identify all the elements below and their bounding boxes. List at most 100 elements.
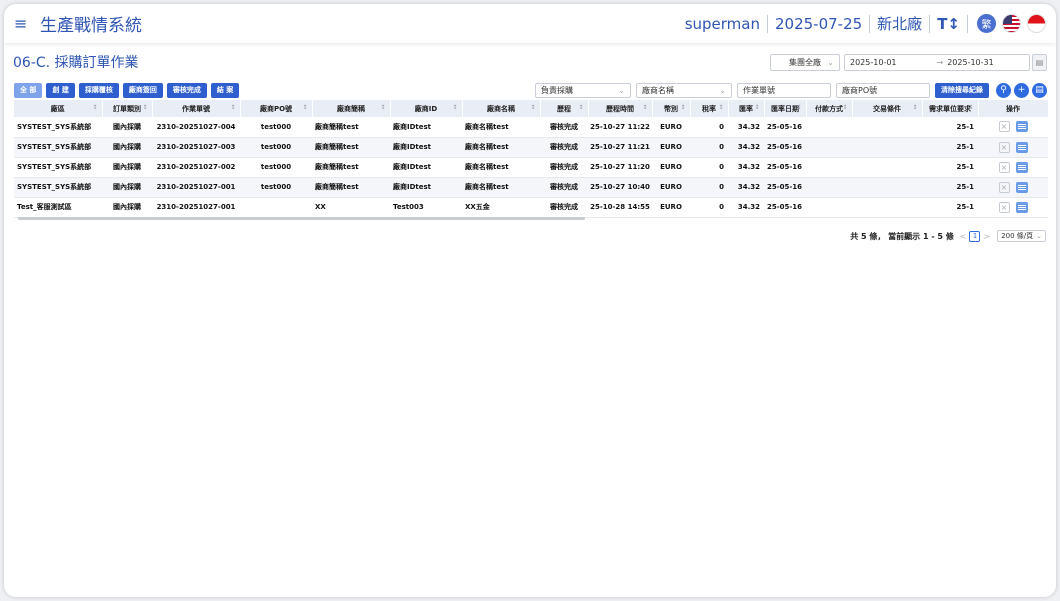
table-cell: test000 xyxy=(240,137,312,158)
column-header[interactable]: 幣別 ↕ xyxy=(652,100,691,117)
export-icon[interactable]: ▤ xyxy=(1032,82,1047,98)
details-icon[interactable] xyxy=(1015,121,1028,133)
create-button[interactable]: 創 建 xyxy=(46,82,75,98)
sort-icon[interactable]: ↕ xyxy=(796,104,801,111)
search-icon[interactable]: ⚲ xyxy=(996,82,1011,98)
table-row[interactable]: SYSTEST_SYS系統部 國內採購 2310-20251027-003 test0… xyxy=(14,137,1048,158)
sort-icon[interactable]: ↕ xyxy=(302,104,307,111)
table-cell: 廠商簡稱test xyxy=(312,137,390,158)
column-header[interactable]: 需求單位要求 ↕ xyxy=(922,100,979,117)
column-header[interactable]: 稅率 ↕ xyxy=(690,100,729,117)
toolbar: 全 部 創 建 採購覆核 廠商簽回 審核完成 結 案 負責採購 ⌄ 廠商名稱 ⌄… xyxy=(14,82,1047,98)
column-header-label: 匯率 xyxy=(739,104,753,113)
column-header[interactable]: 付款方式 ↕ xyxy=(806,100,853,117)
sort-icon[interactable]: ↕ xyxy=(680,104,685,111)
column-header-label: 付款方式 xyxy=(815,104,843,113)
table-cell: EURO xyxy=(652,177,690,198)
sort-icon[interactable]: ↕ xyxy=(380,104,385,111)
work-no-input[interactable]: 作業單號 xyxy=(737,82,831,98)
details-icon[interactable] xyxy=(1015,161,1028,173)
column-header[interactable]: 操作 xyxy=(978,100,1048,117)
sort-icon[interactable]: ↕ xyxy=(92,104,97,111)
details-icon[interactable] xyxy=(1015,201,1028,213)
delete-icon[interactable]: × xyxy=(998,121,1010,133)
vendor-return-button[interactable]: 廠商簽回 xyxy=(122,82,163,98)
column-header[interactable]: 廠區 ↕ xyxy=(14,100,103,117)
app-window: ≡ 生產戰情系統 superman 2025-07-25 新北廠 T↕ 繁 06… xyxy=(4,4,1056,597)
delete-icon[interactable]: × xyxy=(998,141,1010,153)
column-header[interactable]: 作業單號 ↕ xyxy=(152,100,241,117)
calendar-icon[interactable]: ▤ xyxy=(1032,53,1047,71)
menu-toggle-icon[interactable]: ≡ xyxy=(14,15,32,31)
column-header[interactable]: 訂單類別 ↕ xyxy=(102,100,153,117)
row-actions: × xyxy=(978,157,1048,178)
audit-done-button[interactable]: 審核完成 xyxy=(166,82,207,98)
lang-zh-tw-button[interactable]: 繁 xyxy=(977,14,996,33)
clear-search-button[interactable]: 清除搜尋紀錄 xyxy=(935,82,989,98)
delete-icon[interactable]: × xyxy=(998,181,1010,193)
table-cell: 國內採購 xyxy=(102,117,152,138)
close-case-button[interactable]: 結 案 xyxy=(210,82,240,98)
sort-icon[interactable]: ↕ xyxy=(642,104,647,111)
table-row[interactable]: Test_客服測試區 國內採購 2310-20251027-001 XX Test003… xyxy=(14,197,1048,218)
sort-icon[interactable]: ↕ xyxy=(754,104,759,111)
sort-icon[interactable]: ↕ xyxy=(452,104,457,111)
column-header[interactable]: 廠商PO號 ↕ xyxy=(240,100,313,117)
column-header[interactable]: 匯率日期 ↕ xyxy=(764,100,807,117)
us-flag-icon[interactable] xyxy=(1002,14,1021,33)
details-icon[interactable] xyxy=(1015,141,1028,153)
table-cell: 25-1 xyxy=(922,117,978,138)
column-header[interactable]: 廠商名稱 ↕ xyxy=(462,100,541,117)
table-cell: 廠商名稱test xyxy=(462,157,540,178)
vendor-po-input[interactable]: 廠商PO號 xyxy=(836,82,930,98)
review-purchase-button[interactable]: 採購覆核 xyxy=(78,82,119,98)
column-header[interactable]: 歷程 ↕ xyxy=(540,100,589,117)
table-cell: 審核完成 xyxy=(540,157,588,178)
sort-icon[interactable]: ↕ xyxy=(530,104,535,111)
sort-icon[interactable]: ↕ xyxy=(230,104,235,111)
sort-icon[interactable]: ↕ xyxy=(912,104,917,111)
delete-icon[interactable]: × xyxy=(998,161,1010,173)
page-1-button[interactable]: 1 xyxy=(969,230,981,242)
company-select[interactable]: 集團全廠 ⌄ xyxy=(770,53,840,71)
prev-page-button[interactable]: < xyxy=(960,232,967,241)
column-header[interactable]: 交易條件 ↕ xyxy=(852,100,923,117)
column-header-label: 操作 xyxy=(1006,104,1020,113)
column-header[interactable]: 歷程時間 ↕ xyxy=(588,100,653,117)
buyer-select[interactable]: 負責採購 ⌄ xyxy=(535,82,631,98)
details-icon[interactable] xyxy=(1015,181,1028,193)
indonesia-flag-icon[interactable] xyxy=(1027,14,1046,33)
table-row[interactable]: SYSTEST_SYS系統部 國內採購 2310-20251027-004 test0… xyxy=(14,117,1048,138)
table-cell: 25-1 xyxy=(922,197,978,218)
user-name[interactable]: superman xyxy=(685,15,760,33)
sort-icon[interactable]: ↕ xyxy=(718,104,723,111)
table-cell: 0 xyxy=(690,137,728,158)
sort-icon[interactable]: ↕ xyxy=(142,104,147,111)
filter-all-button[interactable]: 全 部 xyxy=(14,82,43,98)
divider xyxy=(766,14,768,33)
buyer-select-placeholder: 負責採購 xyxy=(541,85,573,95)
horizontal-scrollbar[interactable] xyxy=(18,217,585,220)
factory-name[interactable]: 新北廠 xyxy=(877,13,922,34)
column-header-label: 交易條件 xyxy=(873,104,901,113)
sort-icon[interactable]: ↕ xyxy=(842,104,847,111)
column-header[interactable]: 匯率 ↕ xyxy=(728,100,765,117)
table-cell: 國內採購 xyxy=(102,197,152,218)
table-row[interactable]: SYSTEST_SYS系統部 國內採購 2310-20251027-001 test0… xyxy=(14,177,1048,198)
next-page-button[interactable]: > xyxy=(983,232,990,241)
column-header-label: 廠商簡稱 xyxy=(337,104,365,113)
font-size-icon[interactable]: T↕ xyxy=(937,15,960,33)
vendor-name-select[interactable]: 廠商名稱 ⌄ xyxy=(636,82,732,98)
column-header[interactable]: 廠商簡稱 ↕ xyxy=(312,100,391,117)
table-cell: 廠商簡稱test xyxy=(312,177,390,198)
page-size-select[interactable]: 200 條/頁 ⌄ xyxy=(997,230,1046,242)
table-cell: XX xyxy=(312,197,390,218)
column-header[interactable]: 廠商ID ↕ xyxy=(390,100,463,117)
sort-icon[interactable]: ↕ xyxy=(968,104,973,111)
sort-icon[interactable]: ↕ xyxy=(578,104,583,111)
table-cell: 25-10-27 11:22 xyxy=(588,117,652,138)
table-row[interactable]: SYSTEST_SYS系統部 國內採購 2310-20251027-002 test0… xyxy=(14,157,1048,178)
date-range-picker[interactable]: 2025-10-01 → 2025-10-31 xyxy=(844,53,1030,71)
delete-icon[interactable]: × xyxy=(998,201,1010,213)
add-icon[interactable]: + xyxy=(1014,82,1029,98)
